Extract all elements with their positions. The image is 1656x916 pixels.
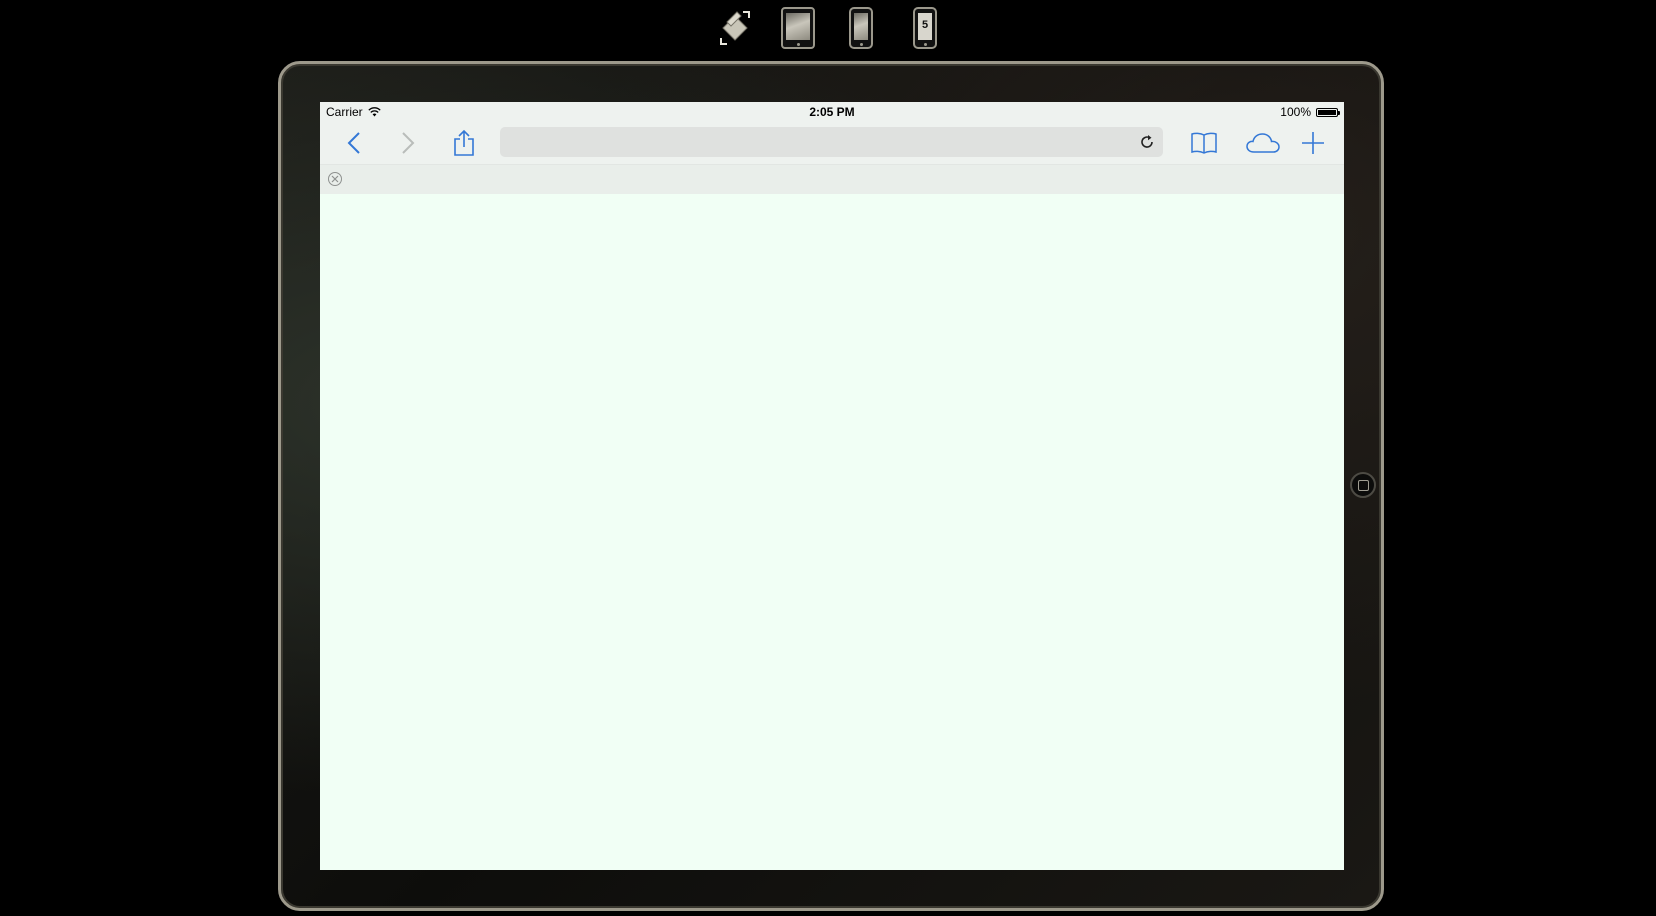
rotate-device-button[interactable] <box>714 6 756 50</box>
status-bar: Carrier 2:05 PM 100% <box>320 102 1344 122</box>
device-iphone5-button[interactable]: 5 <box>910 6 940 50</box>
plus-icon <box>1302 132 1324 154</box>
status-time: 2:05 PM <box>809 105 855 119</box>
battery-group: 100% <box>1280 105 1340 119</box>
ipad-icon <box>781 7 815 49</box>
battery-percent: 100% <box>1280 105 1311 119</box>
share-button[interactable] <box>446 127 482 159</box>
cloud-icon <box>1246 133 1280 153</box>
forward-button[interactable] <box>392 127 424 159</box>
back-button[interactable] <box>338 127 370 159</box>
home-square-icon <box>1357 479 1369 491</box>
close-icon <box>331 175 339 183</box>
tab-bar <box>320 164 1344 194</box>
battery-icon <box>1316 107 1340 117</box>
device-screen: Carrier 2:05 PM 100% <box>320 102 1344 870</box>
browser-toolbar <box>320 122 1344 164</box>
iphone-icon <box>849 7 873 49</box>
device-ipad-button[interactable] <box>780 6 816 50</box>
reload-button[interactable] <box>1137 132 1157 152</box>
address-bar[interactable] <box>500 127 1163 157</box>
rotate-device-icon <box>720 11 750 45</box>
battery-fill <box>1318 109 1336 115</box>
tab-close-button[interactable] <box>328 172 342 186</box>
chevron-right-icon <box>402 132 415 154</box>
chevron-left-icon <box>347 132 360 154</box>
simulator-toolbar: 5 <box>0 6 1656 52</box>
device-iphone-button[interactable] <box>846 6 876 50</box>
bookmarks-button[interactable] <box>1186 127 1222 159</box>
book-icon <box>1191 132 1217 154</box>
web-content-area[interactable] <box>320 194 1344 870</box>
iphone5-icon: 5 <box>913 7 937 49</box>
share-icon <box>454 129 474 156</box>
reload-icon <box>1141 135 1153 148</box>
home-button[interactable] <box>1350 472 1376 498</box>
icloud-tabs-button[interactable] <box>1242 127 1284 159</box>
new-tab-button[interactable] <box>1298 127 1328 159</box>
iphone5-label: 5 <box>921 19 929 31</box>
